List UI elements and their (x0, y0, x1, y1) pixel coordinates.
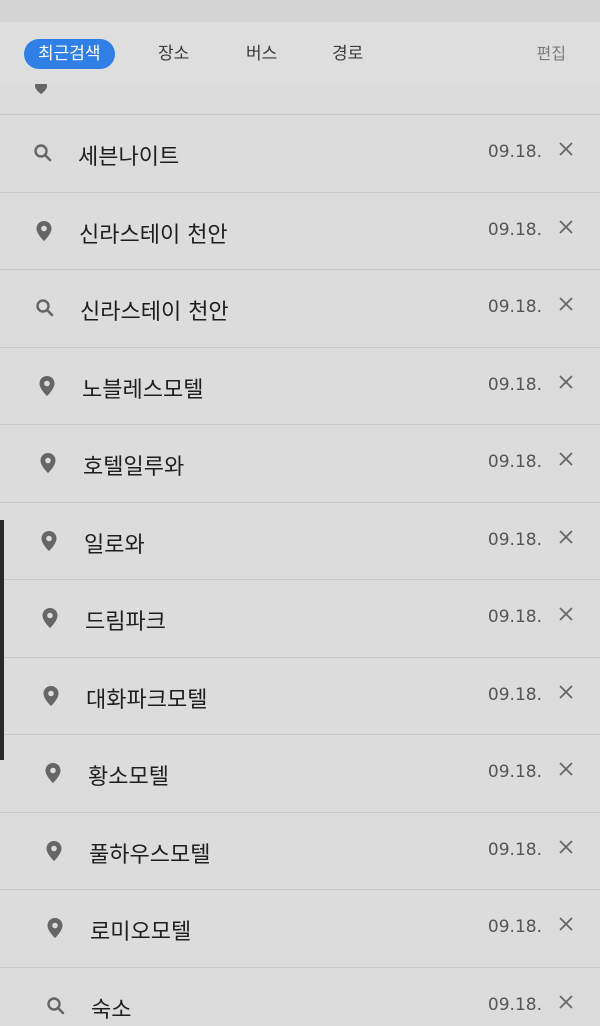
search-icon (32, 142, 54, 164)
location-pin-icon (43, 840, 65, 862)
history-item-label: 세븐나이트 (78, 145, 180, 170)
location-pin-icon (42, 762, 64, 784)
history-item-label: 호텔일루와 (83, 455, 185, 480)
close-icon[interactable] (556, 449, 576, 469)
location-pin-icon (33, 220, 55, 242)
close-icon[interactable] (556, 682, 576, 702)
history-item-label: 숙소 (91, 997, 132, 1023)
location-pin-icon (44, 917, 66, 939)
close-icon[interactable] (556, 372, 576, 392)
history-item[interactable]: 로미오모텔 09.18. (0, 890, 600, 968)
history-item-label: 신라스테이 천안 (79, 222, 228, 248)
edit-button[interactable]: 편집 (537, 39, 566, 69)
history-item-date: 09.18. (487, 839, 542, 860)
location-pin-icon (36, 375, 58, 397)
history-item-date: 09.18. (487, 994, 542, 1015)
history-item-date: 09.18. (487, 374, 542, 395)
location-pin-icon (37, 452, 59, 474)
location-pin-icon (38, 530, 60, 552)
history-item[interactable]: 드림파크 09.18. (0, 580, 600, 658)
history-item[interactable]: 일로와 09.18. (0, 503, 600, 580)
history-item-label: 신라스테이 천안 (80, 300, 229, 325)
history-item-date: 09.18. (487, 219, 542, 240)
close-icon[interactable] (556, 992, 576, 1012)
history-item[interactable]: 황소모텔 09.18. (0, 735, 600, 813)
history-item[interactable]: 대화파크모텔 09.18. (0, 658, 600, 735)
tab-recent-search[interactable]: 최근검색 (24, 39, 115, 69)
history-item[interactable]: 세븐나이트 09.18. (0, 115, 600, 193)
close-icon[interactable] (556, 217, 576, 237)
tab-bar: 최근검색 장소 버스 경로 편집 (0, 22, 600, 84)
close-icon[interactable] (556, 759, 576, 779)
history-item-label: 일로와 (84, 532, 145, 558)
close-icon[interactable] (556, 914, 576, 934)
history-item-date: 09.18. (487, 607, 542, 627)
history-item-date: 09.18. (487, 917, 542, 937)
device-bezel (0, 520, 4, 760)
history-item[interactable]: 풀하우스모텔 09.18. (0, 813, 600, 890)
history-item[interactable]: 신라스테이 천안 09.18. (0, 193, 600, 270)
history-item-label: 로미오모텔 (90, 920, 192, 945)
history-item[interactable]: 호텔일루와 09.18. (0, 425, 600, 503)
location-pin-icon (35, 84, 47, 94)
close-icon[interactable] (556, 294, 576, 314)
search-history-list: 세븐나이트 09.18. 신라스테이 천안 09.18. 신라스테이 천안 09… (0, 115, 600, 1026)
history-item[interactable]: 노블레스모텔 09.18. (0, 348, 600, 425)
close-icon[interactable] (556, 604, 576, 624)
status-strip (0, 0, 600, 23)
tab-bus[interactable]: 버스 (238, 39, 285, 69)
close-icon[interactable] (556, 837, 576, 857)
close-icon[interactable] (556, 139, 576, 159)
tab-route[interactable]: 경로 (324, 39, 371, 69)
location-pin-icon (40, 685, 62, 707)
history-item[interactable]: 숙소 09.18. (0, 968, 600, 1026)
partially-hidden-row (0, 84, 600, 115)
search-icon (45, 995, 67, 1017)
close-icon[interactable] (556, 527, 576, 547)
history-item-label: 노블레스모텔 (82, 377, 204, 403)
search-icon (34, 297, 56, 319)
history-item-date: 09.18. (487, 452, 542, 472)
history-item-label: 드림파크 (85, 610, 166, 635)
history-item-label: 대화파크모텔 (86, 687, 208, 713)
location-pin-icon (39, 607, 61, 629)
history-item-date: 09.18. (487, 142, 542, 162)
recent-search-screen: 최근검색 장소 버스 경로 편집 세븐나이트 09.18. 신라스테이 천안 0… (0, 0, 600, 1026)
history-item-date: 09.18. (487, 529, 542, 550)
tab-places[interactable]: 장소 (150, 39, 197, 69)
history-item-label: 풀하우스모텔 (89, 842, 211, 868)
history-item-label: 황소모텔 (88, 765, 169, 790)
history-item[interactable]: 신라스테이 천안 09.18. (0, 270, 600, 348)
history-item-date: 09.18. (487, 762, 542, 782)
history-item-date: 09.18. (487, 297, 542, 317)
history-item-date: 09.18. (487, 684, 542, 705)
